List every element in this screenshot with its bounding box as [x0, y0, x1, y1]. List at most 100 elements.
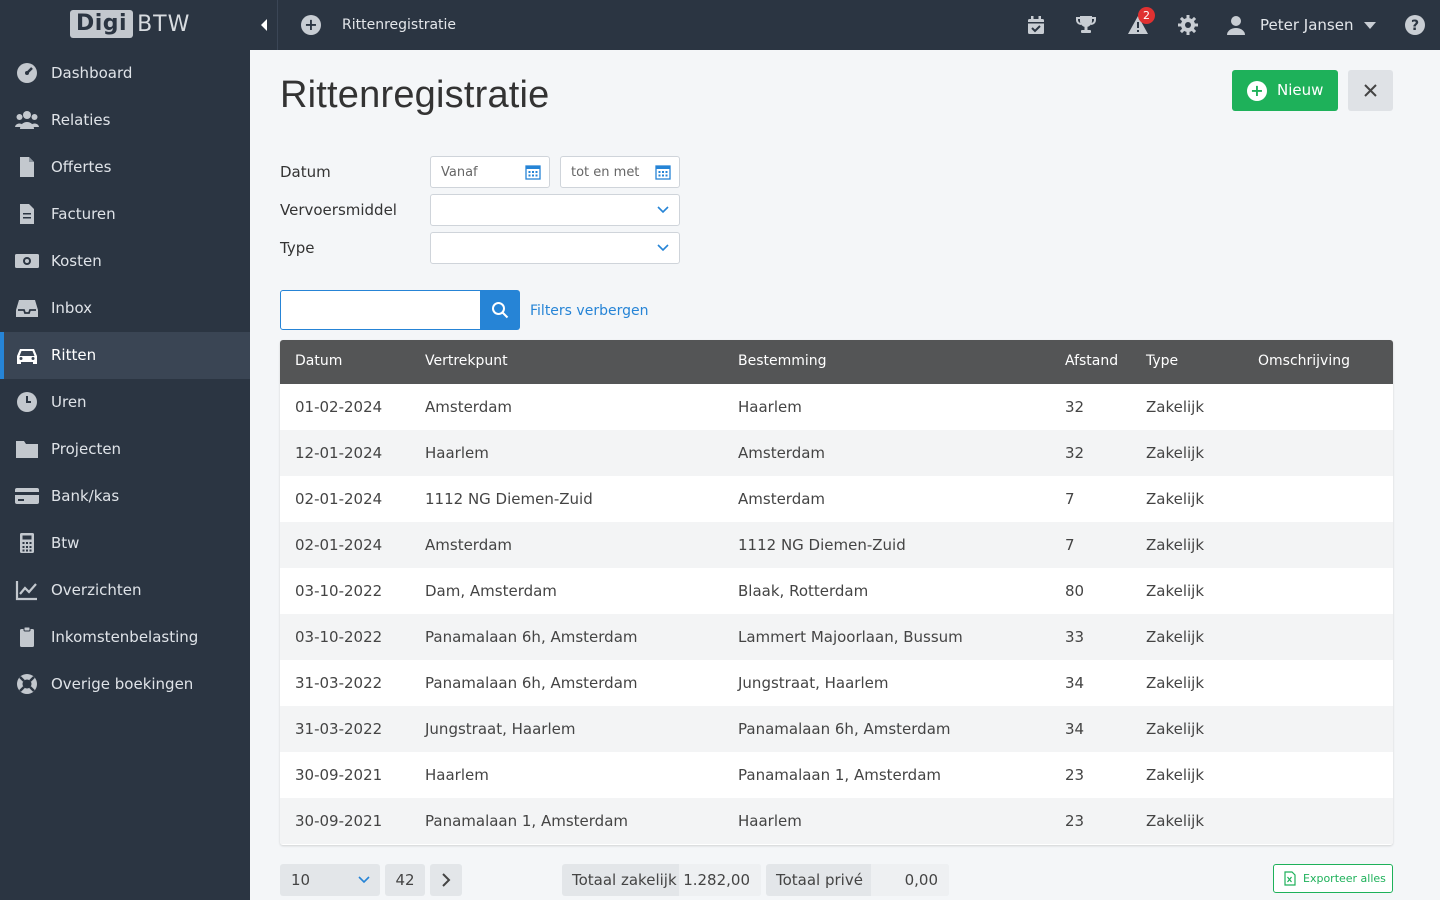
- sidebar-item-overzichten[interactable]: Overzichten: [0, 567, 250, 614]
- sidebar-item-offertes[interactable]: Offertes: [0, 144, 250, 191]
- sidebar-item-bank-kas[interactable]: Bank/kas: [0, 473, 250, 520]
- cell-afstand: 23: [1065, 766, 1085, 784]
- column-header-afstand[interactable]: Afstand: [1065, 353, 1118, 369]
- credit-card-icon: [15, 488, 39, 504]
- close-icon: [1364, 84, 1377, 97]
- calendar-icon[interactable]: [525, 164, 541, 180]
- totaal-zakelijk-value: 1.282,00: [683, 871, 750, 889]
- sidebar-item-label: Overzichten: [51, 581, 142, 599]
- table-row[interactable]: 30-09-2021 Panamalaan 1, Amsterdam Haarlem…: [280, 798, 1393, 844]
- sidebar-item-btw[interactable]: Btw: [0, 520, 250, 567]
- table-row[interactable]: 03-10-2022 Panamalaan 6h, Amsterdam Lammer…: [280, 614, 1393, 660]
- cell-bestemming: Haarlem: [738, 812, 802, 830]
- table-row[interactable]: 31-03-2022 Panamalaan 6h, Amsterdam Jungst…: [280, 660, 1393, 706]
- table-row[interactable]: 31-03-2022 Jungstraat, Haarlem Panamalaan …: [280, 706, 1393, 752]
- logo-btw: BTW: [137, 11, 191, 37]
- sidebar-item-kosten[interactable]: Kosten: [0, 238, 250, 285]
- cell-datum: 02-01-2024: [295, 490, 383, 508]
- sidebar-item-label: Btw: [51, 534, 80, 552]
- totaal-zakelijk: Totaal zakelijk 1.282,00: [562, 864, 761, 896]
- help-icon[interactable]: ?: [1403, 13, 1427, 37]
- close-button[interactable]: [1348, 70, 1393, 111]
- page-size-select[interactable]: 10: [280, 864, 380, 896]
- cell-vertrekpunt: Jungstraat, Haarlem: [425, 720, 576, 738]
- trophy-icon[interactable]: [1074, 13, 1098, 37]
- app-logo[interactable]: Digi BTW: [70, 7, 190, 41]
- export-button[interactable]: Exporteer alles: [1273, 864, 1393, 893]
- gear-icon[interactable]: [1176, 13, 1200, 37]
- cell-afstand: 7: [1065, 536, 1075, 554]
- cell-afstand: 23: [1065, 812, 1085, 830]
- cell-vertrekpunt: Panamalaan 1, Amsterdam: [425, 812, 628, 830]
- sidebar-item-uren[interactable]: Uren: [0, 379, 250, 426]
- breadcrumb: Rittenregistratie: [342, 17, 457, 33]
- new-button[interactable]: + Nieuw: [1232, 70, 1338, 111]
- type-select[interactable]: [430, 232, 680, 264]
- calendar-check-icon[interactable]: [1024, 13, 1048, 37]
- cell-datum: 30-09-2021: [295, 812, 383, 830]
- table-row[interactable]: 01-02-2024 Amsterdam Haarlem 32 Zakelijk: [280, 384, 1393, 430]
- cell-bestemming: Haarlem: [738, 398, 802, 416]
- date-to-input[interactable]: tot en met: [560, 156, 680, 188]
- sidebar-item-label: Kosten: [51, 252, 102, 270]
- chevron-down-icon: [358, 876, 370, 884]
- table-row[interactable]: 30-09-2021 Haarlem Panamalaan 1, Amsterdam…: [280, 752, 1393, 798]
- chevron-right-icon: [442, 873, 451, 887]
- chevron-down-icon[interactable]: [1364, 22, 1376, 29]
- cell-bestemming: Blaak, Rotterdam: [738, 582, 869, 600]
- sidebar-item-dashboard[interactable]: Dashboard: [0, 50, 250, 97]
- user-name[interactable]: Peter Jansen: [1260, 16, 1353, 34]
- column-header-bestemming[interactable]: Bestemming: [738, 353, 827, 369]
- calculator-icon: [20, 533, 34, 553]
- sidebar-item-overige-boekingen[interactable]: Overige boekingen: [0, 661, 250, 708]
- sidebar-item-label: Facturen: [51, 205, 116, 223]
- search-input[interactable]: [280, 290, 481, 330]
- search-icon: [492, 302, 509, 319]
- sidebar-item-label: Uren: [51, 393, 87, 411]
- sidebar-item-inbox[interactable]: Inbox: [0, 285, 250, 332]
- notification-badge: 2: [1138, 7, 1155, 24]
- sidebar-collapse-button[interactable]: [250, 0, 278, 50]
- user-icon[interactable]: [1224, 13, 1248, 37]
- column-header-datum[interactable]: Datum: [295, 353, 342, 369]
- date-from-input[interactable]: Vanaf: [430, 156, 550, 188]
- next-page-button[interactable]: [430, 864, 462, 896]
- vervoersmiddel-select[interactable]: [430, 194, 680, 226]
- sidebar: Dashboard Relaties Offertes Facturen Kos…: [0, 50, 250, 900]
- calendar-icon[interactable]: [655, 164, 671, 180]
- cell-vertrekpunt: Amsterdam: [425, 536, 513, 554]
- cell-bestemming: Panamalaan 1, Amsterdam: [738, 766, 941, 784]
- quick-add-icon[interactable]: +: [301, 15, 321, 35]
- cell-datum: 30-09-2021: [295, 766, 383, 784]
- column-header-vertrekpunt[interactable]: Vertrekpunt: [425, 353, 508, 369]
- totaal-prive-value: 0,00: [904, 871, 938, 889]
- filters-toggle-link[interactable]: Filters verbergen: [530, 303, 648, 319]
- column-header-type[interactable]: Type: [1146, 353, 1178, 369]
- table-row[interactable]: 03-10-2022 Dam, Amsterdam Blaak, Rotterdam…: [280, 568, 1393, 614]
- cell-datum: 02-01-2024: [295, 536, 383, 554]
- cell-afstand: 34: [1065, 720, 1085, 738]
- sidebar-item-projecten[interactable]: Projecten: [0, 426, 250, 473]
- search-button[interactable]: [480, 290, 520, 330]
- cell-bestemming: Amsterdam: [738, 490, 826, 508]
- cell-afstand: 7: [1065, 490, 1075, 508]
- sidebar-item-ritten[interactable]: Ritten: [0, 332, 250, 379]
- cell-datum: 01-02-2024: [295, 398, 383, 416]
- column-header-omschrijving[interactable]: Omschrijving: [1258, 353, 1350, 369]
- page-size-value: 10: [291, 871, 311, 889]
- caret-left-icon: [260, 19, 267, 31]
- cell-afstand: 32: [1065, 444, 1085, 462]
- cell-afstand: 33: [1065, 628, 1085, 646]
- cell-type: Zakelijk: [1146, 444, 1205, 462]
- sidebar-item-label: Ritten: [51, 346, 97, 364]
- folder-icon: [16, 441, 38, 458]
- date-to-placeholder: tot en met: [571, 165, 640, 180]
- sidebar-item-inkomstenbelasting[interactable]: Inkomstenbelasting: [0, 614, 250, 661]
- sidebar-item-facturen[interactable]: Facturen: [0, 191, 250, 238]
- cell-afstand: 34: [1065, 674, 1085, 692]
- sidebar-item-relaties[interactable]: Relaties: [0, 97, 250, 144]
- sidebar-item-label: Overige boekingen: [51, 675, 194, 693]
- table-row[interactable]: 02-01-2024 Amsterdam 1112 NG Diemen-Zuid 7 Z…: [280, 522, 1393, 568]
- table-row[interactable]: 02-01-2024 1112 NG Diemen-Zuid Amsterdam 7 Z…: [280, 476, 1393, 522]
- table-row[interactable]: 12-01-2024 Haarlem Amsterdam 32 Zakelijk: [280, 430, 1393, 476]
